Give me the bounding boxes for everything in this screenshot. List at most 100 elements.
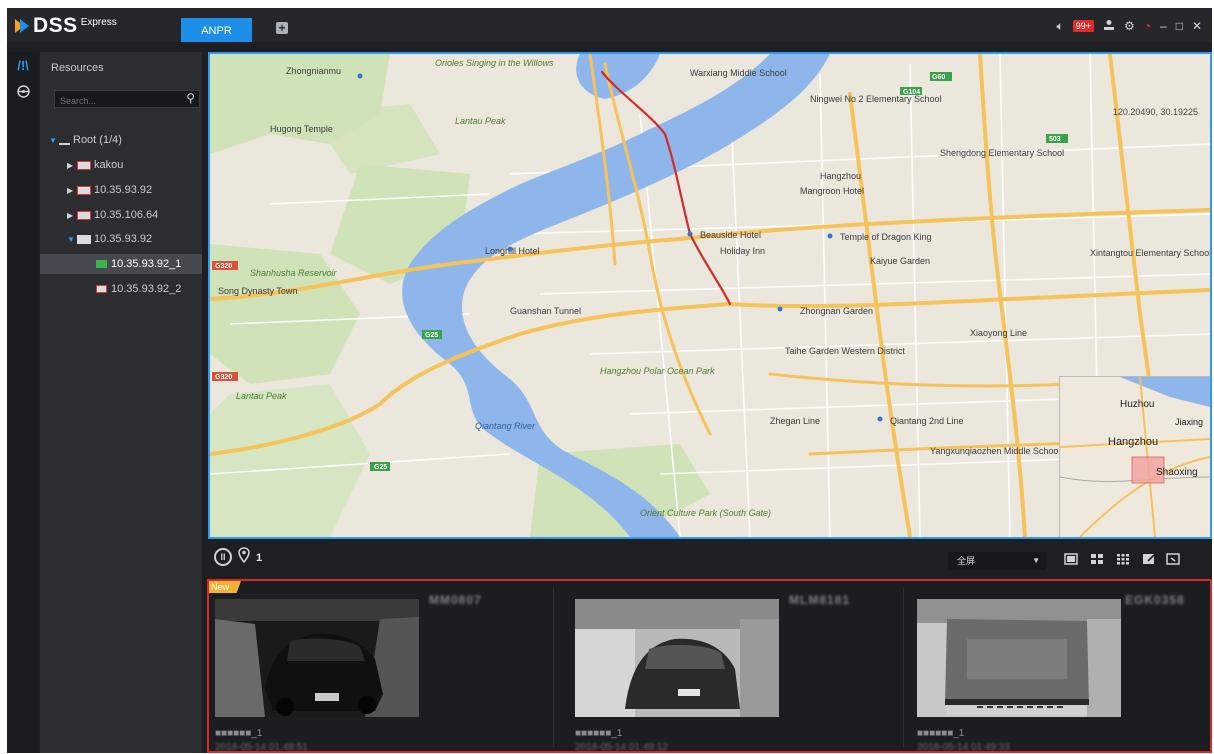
divider: [553, 587, 554, 747]
map-label: Taihe Garden Western District: [785, 346, 905, 356]
map-label: Lantau Peak: [455, 116, 506, 126]
map-label: Lantau Peak: [236, 391, 287, 401]
map-label: Warxiang Middle School: [690, 68, 787, 78]
root-icon: [59, 135, 70, 145]
resources-panel: Resources ⚲ ▼ Root (1/4) ▶ kakou ▶ 10.35…: [40, 52, 202, 753]
device-offline-icon: [77, 210, 91, 220]
gear-icon[interactable]: ⚙︎: [1124, 19, 1135, 33]
collapse-arrow-icon[interactable]: ▶: [67, 211, 75, 220]
snapshot-card[interactable]: EGK0358 ■■■■■■_1 2018-05-14 01:49:33: [911, 581, 1210, 753]
overview-map[interactable]: Huzhou Jiaxing Hangzhou Shaoxing: [1059, 376, 1210, 537]
map-label: Zhongnianmu: [286, 66, 341, 76]
maximize-icon[interactable]: □: [1176, 19, 1183, 33]
speaker-icon[interactable]: 🔈︎: [1057, 19, 1064, 34]
vehicle-snapshot[interactable]: [215, 599, 419, 717]
tab-anpr[interactable]: ANPR: [181, 18, 252, 42]
tree-item-device[interactable]: ▶ kakou: [40, 155, 202, 175]
expand-arrow-icon[interactable]: ▼: [67, 235, 75, 244]
resources-icon[interactable]: /!\: [7, 52, 39, 78]
highway-sign: G60: [932, 74, 945, 81]
view-mode-select[interactable]: 全屏 ▼: [948, 552, 1046, 570]
user-icon[interactable]: [1103, 19, 1115, 34]
vehicle-icon[interactable]: [7, 78, 39, 104]
edit-icon[interactable]: [1142, 553, 1156, 566]
camera-name: ■■■■■■_1: [917, 728, 965, 739]
tree-item-camera[interactable]: 10.35.93.92_1: [40, 254, 202, 274]
capture-time: 2018-05-14 01:48:51: [215, 742, 308, 753]
title-bar: DSS Express ANPR + 🔈︎ 99+ ⚙︎ ◔ – □ ✕: [7, 8, 1212, 42]
device-online-icon: [77, 234, 91, 244]
dss-window: DSS Express ANPR + 🔈︎ 99+ ⚙︎ ◔ – □ ✕ /!\…: [7, 8, 1212, 753]
snapshot-card[interactable]: New MM0807 ■■■■■■_1 2018-05-14 01:48:51: [209, 581, 549, 751]
map-label: Temple of Dragon King: [840, 232, 932, 242]
grid-9-icon[interactable]: [1116, 553, 1130, 566]
vehicle-snapshot[interactable]: [917, 599, 1121, 717]
map-label: Longhill Hotel: [485, 246, 540, 256]
device-offline-icon: [77, 160, 91, 170]
minimize-icon[interactable]: –: [1160, 19, 1167, 33]
overview-label: Jiaxing: [1175, 417, 1203, 427]
map-label: Shengdong Elementary School: [940, 148, 1064, 158]
map-label: Xintangtou Elementary School: [1090, 248, 1210, 258]
power-icon[interactable]: ◔: [1144, 19, 1151, 33]
location-pin-icon[interactable]: [238, 547, 250, 568]
highway-sign: G25: [374, 464, 387, 471]
map-label: Holiday Inn: [720, 246, 765, 256]
snapshot-card[interactable]: MLM8181 ■■■■■■_1 2018-05-14 01:49:12: [569, 581, 909, 751]
camera-name: ■■■■■■_1: [215, 728, 263, 739]
pause-icon[interactable]: II: [214, 548, 232, 566]
map-label: Beauside Hotel: [700, 230, 761, 240]
tree-item-label: 10.35.93.92: [94, 184, 153, 196]
map-label: Qiantang River: [475, 421, 536, 431]
close-icon[interactable]: ✕: [1192, 19, 1202, 33]
map-view[interactable]: G104 G320 G320 G25 G25 503 G60 Zhongnian…: [208, 52, 1212, 539]
map-label: Zhongnan Garden: [800, 306, 873, 316]
panel-title: Resources: [51, 62, 104, 74]
fullscreen-icon[interactable]: [1166, 553, 1180, 566]
tree-item-camera[interactable]: 10.35.93.92_2: [40, 279, 202, 299]
alarm-count-badge[interactable]: 99+: [1072, 20, 1094, 32]
map-label: Guanshan Tunnel: [510, 306, 581, 316]
add-tab-button[interactable]: +: [276, 22, 288, 34]
map-label: Yangxunqiaozhen Middle School: [930, 446, 1060, 456]
capture-time: 2018-05-14 01:49:33: [917, 742, 1010, 753]
anpr-snapshot-strip: New MM0807 ■■■■■■_1 2018-05-14 01:48:51: [207, 579, 1212, 753]
expand-arrow-icon[interactable]: ▼: [49, 136, 57, 145]
map-label: Xiaoyong Line: [970, 328, 1027, 338]
map-label: Ningwei No 2 Elementary School: [810, 94, 942, 104]
vehicle-snapshot[interactable]: [575, 599, 779, 717]
tree-item-label: 10.35.93.92_2: [111, 283, 182, 295]
search-icon[interactable]: ⚲: [186, 91, 195, 105]
camera-name: ■■■■■■_1: [575, 728, 623, 739]
map-label: Hangzhou Polar Ocean Park: [600, 366, 715, 376]
map-label: Qiantang 2nd Line: [890, 416, 964, 426]
tree-item-device[interactable]: ▶ 10.35.93.92: [40, 180, 202, 200]
app-name: DSS: [33, 14, 78, 37]
overview-label: Shaoxing: [1156, 467, 1198, 478]
map-label: Mangroon Hotel: [800, 186, 864, 196]
new-tag: New: [209, 581, 242, 593]
map-label: Kaiyue Garden: [870, 256, 930, 266]
map-label: Orient Culture Park (South Gate): [640, 508, 771, 518]
tree-item-label: 10.35.93.92: [94, 233, 153, 245]
left-icon-rail: /!\: [7, 52, 39, 753]
tree-item-label: Root (1/4): [73, 134, 122, 146]
divider: [903, 587, 904, 747]
dss-logo-icon: [15, 19, 29, 33]
tree-item-root[interactable]: ▼ Root (1/4): [40, 130, 202, 150]
map-coordinates: 120.20490, 30.19225: [1112, 107, 1198, 117]
app-logo: DSS Express: [13, 14, 117, 37]
tree-item-device[interactable]: ▼ 10.35.93.92: [40, 229, 202, 249]
chevron-down-icon: ▼: [1032, 556, 1040, 565]
collapse-arrow-icon[interactable]: ▶: [67, 161, 75, 170]
map-label: Orioles Singing in the Willows: [435, 58, 554, 68]
single-view-icon[interactable]: [1064, 553, 1078, 566]
search-input[interactable]: [55, 93, 170, 109]
tree-item-device[interactable]: ▶ 10.35.106.64: [40, 205, 202, 225]
camera-offline-icon: [96, 285, 107, 293]
highway-sign: G320: [215, 263, 232, 270]
highway-sign: 503: [1049, 136, 1061, 143]
grid-4-icon[interactable]: [1090, 553, 1104, 566]
collapse-arrow-icon[interactable]: ▶: [67, 186, 75, 195]
map-toolbar: II 1 全屏 ▼: [208, 544, 1212, 574]
